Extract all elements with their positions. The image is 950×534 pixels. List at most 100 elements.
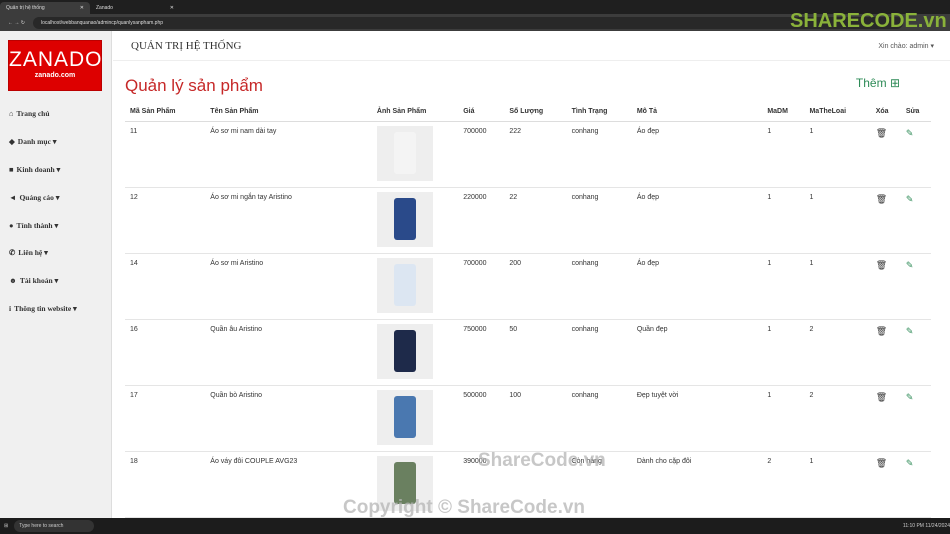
trash-icon[interactable]: 🗑 bbox=[876, 326, 887, 336]
url-input[interactable]: localhost/webbanquanao/admincp/quanlysan… bbox=[32, 16, 903, 29]
pencil-icon[interactable]: ✎ bbox=[906, 260, 914, 270]
taskbar-search[interactable]: Type here to search bbox=[14, 520, 95, 532]
windows-icon[interactable]: ⊞ bbox=[4, 523, 8, 529]
table-cell: 500000 bbox=[458, 385, 505, 452]
column-header: MaDM bbox=[762, 103, 805, 122]
info-icon: i bbox=[9, 303, 12, 313]
table-cell: 700000 bbox=[458, 121, 505, 188]
table-cell: conhang bbox=[566, 187, 632, 254]
table-cell: conhang bbox=[566, 121, 632, 188]
table-row: 12 Áo sơ mi ngắn tay Aristino 220000 22 conh… bbox=[125, 187, 931, 254]
column-header: Giá bbox=[458, 103, 505, 122]
table-cell: 12 bbox=[125, 187, 206, 254]
product-image bbox=[376, 323, 433, 379]
edit-cell: ✎ bbox=[900, 451, 931, 518]
table-cell: conhang bbox=[566, 385, 632, 452]
pencil-icon[interactable]: ✎ bbox=[906, 392, 914, 402]
table-cell: 100 bbox=[504, 385, 567, 452]
table-cell: 50 bbox=[504, 319, 567, 386]
tab-title: Zanado bbox=[96, 5, 113, 11]
edit-cell: ✎ bbox=[900, 319, 931, 386]
product-image-cell bbox=[371, 187, 459, 254]
sidebar-item-account[interactable]: ☻ Tài khoản ▾ bbox=[0, 267, 111, 295]
table-cell: 1 bbox=[804, 187, 871, 254]
product-image bbox=[376, 191, 433, 247]
table-cell: 1 bbox=[762, 385, 805, 452]
table-row: 16 Quần âu Aristino 750000 50 conhang Quần đẹ… bbox=[125, 319, 931, 386]
add-button[interactable]: Thêm ⊞ bbox=[856, 76, 900, 90]
delete-cell: 🗑 bbox=[870, 451, 901, 518]
header-title: QUẢN TRỊ HỆ THỐNG bbox=[131, 39, 242, 52]
table-cell: conhang bbox=[566, 253, 632, 320]
table-cell: conhang bbox=[566, 319, 632, 386]
tags-icon: ◆ bbox=[9, 137, 15, 147]
pencil-icon[interactable]: ✎ bbox=[906, 458, 914, 468]
user-menu[interactable]: Xin chào: admin ▾ bbox=[878, 42, 934, 50]
table-cell: 1 bbox=[762, 187, 805, 254]
trash-icon[interactable]: 🗑 bbox=[876, 128, 887, 138]
column-header: Số Lượng bbox=[504, 103, 567, 122]
trash-icon[interactable]: 🗑 bbox=[876, 260, 887, 270]
table-cell: Quần đẹp bbox=[631, 319, 763, 386]
table-row: 11 Áo sơ mi nam dài tay 700000 222 conhang Áo… bbox=[125, 121, 931, 188]
product-image bbox=[376, 389, 433, 445]
bullhorn-icon: ◄ bbox=[9, 192, 17, 202]
table-row: 17 Quần bò Aristino 500000 100 conhang Đẹp tu… bbox=[125, 385, 931, 452]
trash-icon[interactable]: 🗑 bbox=[876, 458, 887, 468]
sidebar-item-province[interactable]: ● Tỉnh thành ▾ bbox=[0, 211, 111, 239]
tab-zanado[interactable]: Zanado ✕ bbox=[90, 2, 180, 14]
table-cell: 1 bbox=[804, 253, 871, 320]
column-header: Tình Trạng bbox=[566, 103, 632, 122]
home-icon: ⌂ bbox=[9, 109, 14, 119]
table-cell: Áo sơ mi Aristino bbox=[205, 253, 372, 320]
pencil-icon[interactable]: ✎ bbox=[906, 128, 914, 138]
pencil-icon[interactable]: ✎ bbox=[906, 326, 914, 336]
taskbar: ⊞ Type here to search 11:10 PM 11/24/202… bbox=[0, 518, 950, 534]
table-cell: 200 bbox=[504, 253, 567, 320]
sidebar-item-home[interactable]: ⌂ Trang chủ bbox=[0, 100, 111, 128]
table-cell: 22 bbox=[504, 187, 567, 254]
tab-admin[interactable]: Quản trị hệ thống ✕ bbox=[0, 2, 90, 14]
delete-cell: 🗑 bbox=[870, 385, 901, 452]
page-title: Quản lý sản phẩm bbox=[125, 76, 263, 95]
briefcase-icon: ■ bbox=[9, 164, 14, 174]
table-cell: Áo sơ mi ngắn tay Aristino bbox=[205, 187, 372, 254]
sidebar: ZANADO zanado.com ⌂ Trang chủ ◆ Danh mục ▾ … bbox=[0, 31, 112, 518]
product-image bbox=[376, 257, 433, 313]
table-cell: 222 bbox=[504, 121, 567, 188]
table-cell: 11 bbox=[125, 121, 206, 188]
column-header: Xóa bbox=[870, 103, 901, 122]
phone-icon: ✆ bbox=[9, 248, 16, 258]
delete-cell: 🗑 bbox=[870, 121, 901, 188]
tab-title: Quản trị hệ thống bbox=[6, 5, 45, 11]
trash-icon[interactable]: 🗑 bbox=[876, 194, 887, 204]
nav-icons[interactable]: ← → ↻ bbox=[8, 20, 25, 26]
table-cell: 18 bbox=[125, 451, 206, 518]
sidebar-item-website-info[interactable]: i Thông tin website ▾ bbox=[0, 295, 111, 323]
pencil-icon[interactable]: ✎ bbox=[906, 194, 914, 204]
watermark-center: ShareCode.vn bbox=[478, 450, 606, 471]
sidebar-item-contact[interactable]: ✆ Liên hệ ▾ bbox=[0, 239, 111, 267]
table-cell: Áo đẹp bbox=[631, 121, 763, 188]
product-image-cell bbox=[371, 385, 459, 452]
sidebar-item-category[interactable]: ◆ Danh mục ▾ bbox=[0, 128, 111, 156]
logo[interactable]: ZANADO zanado.com bbox=[8, 40, 102, 91]
table-cell: 2 bbox=[762, 451, 805, 518]
delete-cell: 🗑 bbox=[870, 187, 901, 254]
column-header: Sửa bbox=[900, 103, 931, 122]
product-image-cell bbox=[371, 319, 459, 386]
watermark-logo: SHARECODE.vn bbox=[790, 10, 947, 32]
product-image-cell bbox=[371, 121, 459, 188]
sidebar-item-ads[interactable]: ◄ Quảng cáo ▾ bbox=[0, 183, 111, 211]
trash-icon[interactable]: 🗑 bbox=[876, 392, 887, 402]
clock: 11:10 PM 11/24/2024 bbox=[902, 523, 950, 529]
table-cell: 220000 bbox=[458, 187, 505, 254]
table-cell: Dành cho cặp đôi bbox=[631, 451, 763, 518]
sidebar-item-business[interactable]: ■ Kinh doanh ▾ bbox=[0, 156, 111, 184]
table-cell: Áo đẹp bbox=[631, 187, 763, 254]
table-cell: 17 bbox=[125, 385, 206, 452]
table-cell: 1 bbox=[762, 319, 805, 386]
table-cell: 16 bbox=[125, 319, 206, 386]
delete-cell: 🗑 bbox=[870, 319, 901, 386]
column-header: Mã Sản Phẩm bbox=[125, 103, 206, 122]
